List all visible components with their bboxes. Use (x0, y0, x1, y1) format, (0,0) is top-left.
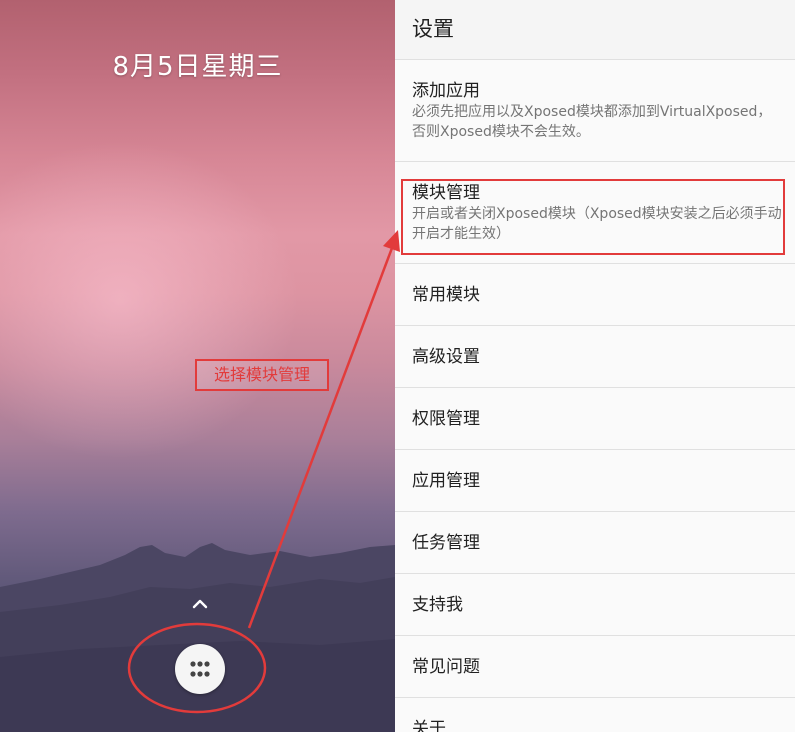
date-text: 8月5日星期三 (112, 52, 283, 82)
annotation-highlight-box (401, 179, 785, 255)
settings-item-advanced-settings[interactable]: 高级设置 (395, 326, 795, 388)
settings-item-app-management[interactable]: 应用管理 (395, 450, 795, 512)
wallpaper-glow (0, 140, 300, 460)
settings-panel: 设置 添加应用 必须先把应用以及Xposed模块都添加到VirtualXpose… (395, 0, 795, 732)
settings-item-common-modules[interactable]: 常用模块 (395, 264, 795, 326)
settings-item-about[interactable]: 关于 (395, 698, 795, 732)
chevron-up-icon[interactable] (188, 592, 212, 616)
settings-item-permission-management[interactable]: 权限管理 (395, 388, 795, 450)
settings-item-add-app[interactable]: 添加应用 必须先把应用以及Xposed模块都添加到VirtualXposed，否… (395, 60, 795, 162)
item-title: 添加应用 (412, 81, 480, 101)
mountain-silhouette (0, 543, 395, 732)
apps-grid-icon (190, 661, 210, 677)
settings-item-faq[interactable]: 常见问题 (395, 636, 795, 698)
all-apps-button[interactable] (175, 644, 225, 694)
settings-item-task-management[interactable]: 任务管理 (395, 512, 795, 574)
annotation-label: 选择模块管理 (195, 359, 329, 391)
home-screen: 8月5日星期三 选择模块管理 (0, 0, 395, 732)
item-summary: 必须先把应用以及Xposed模块都添加到VirtualXposed，否则Xpos… (412, 104, 772, 140)
page-title: 设置 (395, 0, 795, 60)
settings-item-support-me[interactable]: 支持我 (395, 574, 795, 636)
